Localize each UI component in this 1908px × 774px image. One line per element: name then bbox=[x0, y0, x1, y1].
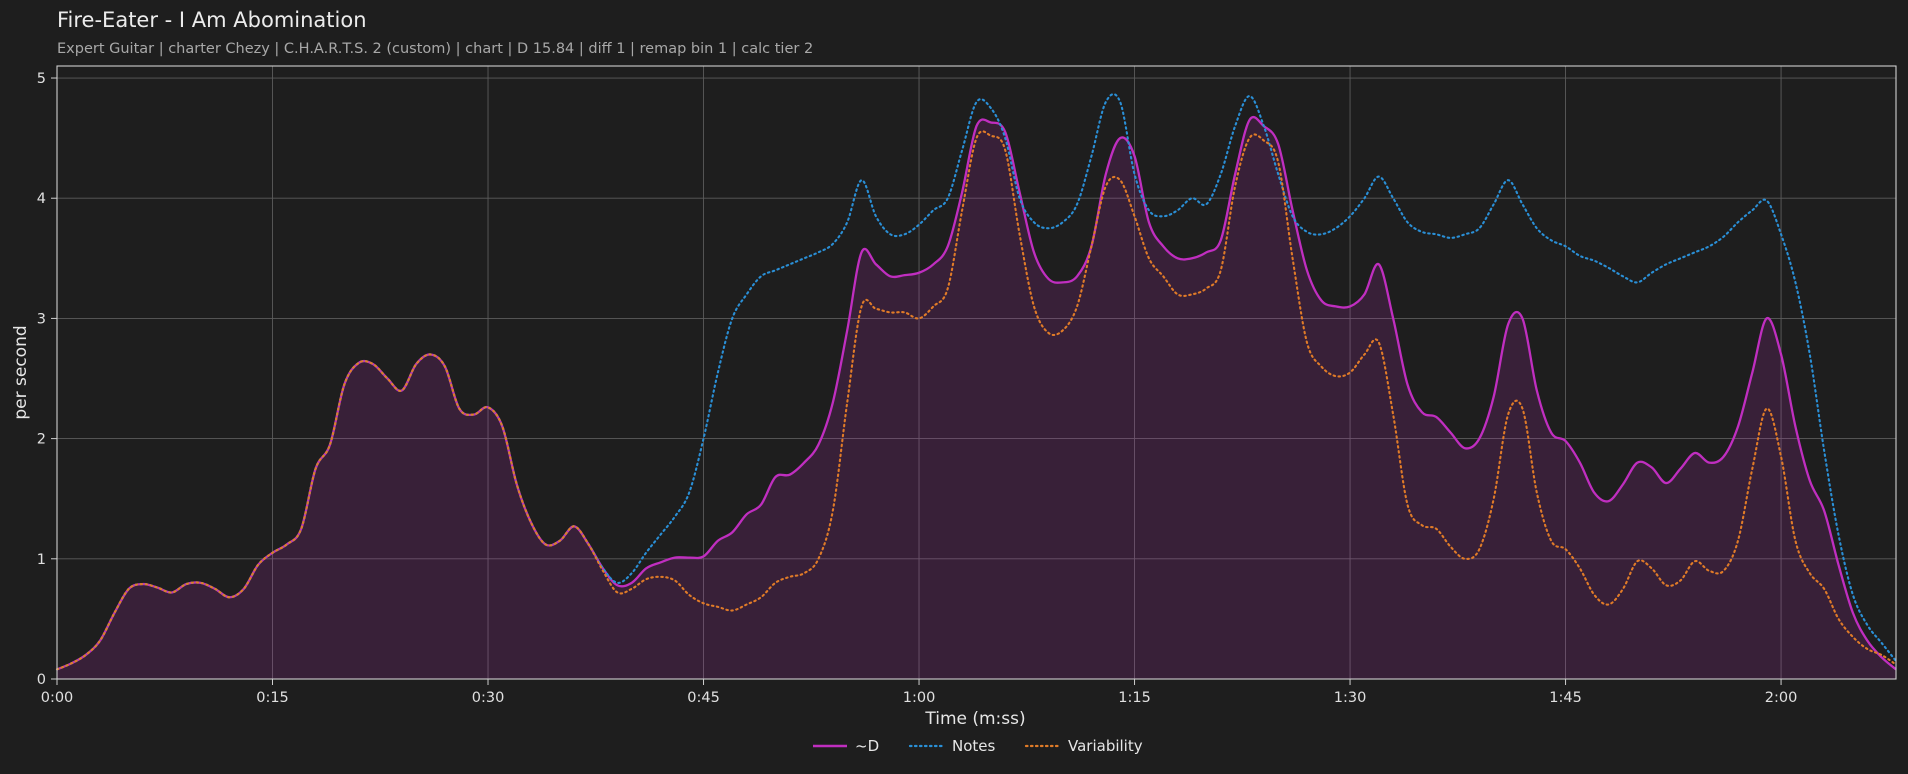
x-tick-label: 1:30 bbox=[1334, 690, 1367, 706]
legend-label: Variability bbox=[1068, 737, 1143, 755]
y-axis-label: per second bbox=[11, 325, 31, 419]
y-tick-label: 4 bbox=[37, 191, 46, 207]
y-tick-label: 3 bbox=[37, 311, 46, 327]
x-tick-label: 1:00 bbox=[903, 690, 936, 706]
difficulty-chart: 0:00 0:15 0:30 0:45 1:00 1:15 1:30 1:45 2:00 0 1 2 3… bbox=[11, 65, 1898, 755]
x-tick-label: 0:30 bbox=[472, 690, 505, 706]
legend-label: ~D bbox=[855, 737, 879, 755]
y-tick-label: 1 bbox=[37, 552, 46, 568]
x-tick-label: 0:15 bbox=[256, 690, 289, 706]
x-axis-label: Time (m:ss) bbox=[924, 709, 1025, 729]
chart-page: Fire-Eater - I Am Abomination Expert Gui… bbox=[0, 0, 1908, 774]
x-tick-label: 0:00 bbox=[41, 690, 74, 706]
x-tick-label: 1:15 bbox=[1118, 690, 1151, 706]
x-tick-label: 1:45 bbox=[1549, 690, 1582, 706]
y-tick-label: 2 bbox=[37, 432, 46, 448]
y-tick-label: 5 bbox=[37, 71, 46, 87]
legend: ~D Notes Variability bbox=[813, 737, 1143, 755]
legend-label: Notes bbox=[952, 737, 996, 755]
y-tick-label: 0 bbox=[37, 672, 46, 688]
x-tick-label: 0:45 bbox=[687, 690, 720, 706]
x-tick-label: 2:00 bbox=[1765, 690, 1798, 706]
